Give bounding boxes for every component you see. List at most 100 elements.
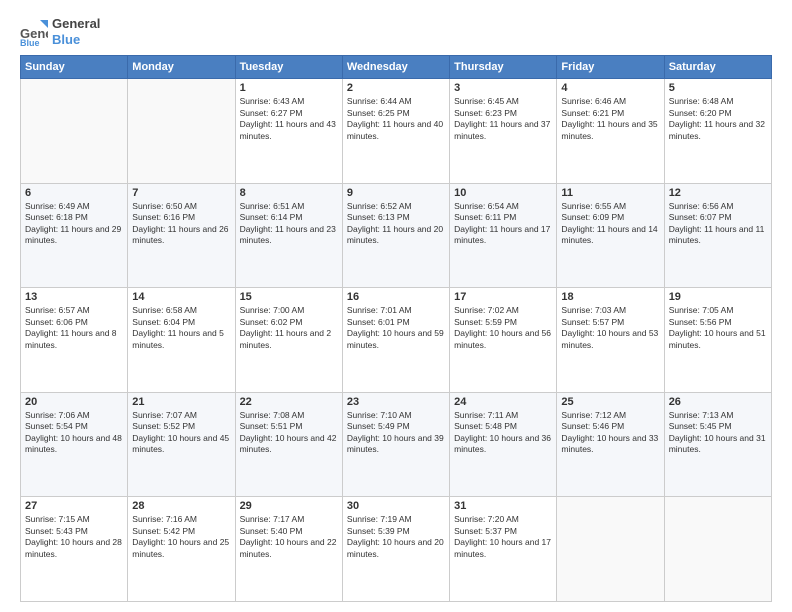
day-info: Sunrise: 7:02 AM Sunset: 5:59 PM Dayligh… xyxy=(454,305,552,351)
calendar-table: SundayMondayTuesdayWednesdayThursdayFrid… xyxy=(20,55,772,602)
weekday-header-wednesday: Wednesday xyxy=(342,56,449,79)
calendar-cell: 7 Sunrise: 6:50 AM Sunset: 6:16 PM Daylig… xyxy=(128,183,235,288)
weekday-header-sunday: Sunday xyxy=(21,56,128,79)
calendar-cell: 19Sunrise: 7:05 AM Sunset: 5:56 PM Dayli… xyxy=(664,288,771,393)
page: General Blue General Blue SundayMondayTu… xyxy=(0,0,792,612)
day-info: Sunrise: 6:51 AM Sunset: 6:14 PM Dayligh… xyxy=(240,201,338,247)
calendar-cell: 12 Sunrise: 6:56 AM Sunset: 6:07 PM Dayli… xyxy=(664,183,771,288)
day-info: Sunrise: 7:16 AM Sunset: 5:42 PM Dayligh… xyxy=(132,514,230,560)
calendar-cell: 29 Sunrise: 7:17 AM Sunset: 5:40 PM Dayli… xyxy=(235,497,342,602)
calendar-cell: 5 Sunrise: 6:48 AM Sunset: 6:20 PM Daylig… xyxy=(664,79,771,184)
calendar-cell: 31 Sunrise: 7:20 AM Sunset: 5:37 PM Dayli… xyxy=(450,497,557,602)
day-info: Sunrise: 7:17 AM Sunset: 5:40 PM Dayligh… xyxy=(240,514,338,560)
calendar-week-4: 20 Sunrise: 7:06 AM Sunset: 5:54 PM Dayli… xyxy=(21,392,772,497)
day-number: 29 xyxy=(240,500,338,512)
day-info: Sunrise: 6:57 AM Sunset: 6:06 PM Dayligh… xyxy=(25,305,123,351)
day-number: 21 xyxy=(132,396,230,408)
day-number: 17 xyxy=(454,291,552,303)
day-number: 2 xyxy=(347,82,445,94)
day-info: Sunrise: 6:58 AM Sunset: 6:04 PM Dayligh… xyxy=(132,305,230,351)
weekday-header-friday: Friday xyxy=(557,56,664,79)
calendar-cell: 15Sunrise: 7:00 AM Sunset: 6:02 PM Dayli… xyxy=(235,288,342,393)
day-info: Sunrise: 6:52 AM Sunset: 6:13 PM Dayligh… xyxy=(347,201,445,247)
day-number: 6 xyxy=(25,187,123,199)
day-number: 18 xyxy=(561,291,659,303)
day-info: Sunrise: 6:45 AM Sunset: 6:23 PM Dayligh… xyxy=(454,96,552,142)
calendar-cell xyxy=(128,79,235,184)
day-info: Sunrise: 6:50 AM Sunset: 6:16 PM Dayligh… xyxy=(132,201,230,247)
calendar-cell: 22 Sunrise: 7:08 AM Sunset: 5:51 PM Dayli… xyxy=(235,392,342,497)
day-info: Sunrise: 6:55 AM Sunset: 6:09 PM Dayligh… xyxy=(561,201,659,247)
calendar-cell: 27 Sunrise: 7:15 AM Sunset: 5:43 PM Dayli… xyxy=(21,497,128,602)
day-number: 24 xyxy=(454,396,552,408)
day-number: 25 xyxy=(561,396,659,408)
day-number: 5 xyxy=(669,82,767,94)
calendar-cell: 6 Sunrise: 6:49 AM Sunset: 6:18 PM Daylig… xyxy=(21,183,128,288)
day-number: 28 xyxy=(132,500,230,512)
calendar-week-2: 6 Sunrise: 6:49 AM Sunset: 6:18 PM Daylig… xyxy=(21,183,772,288)
day-number: 31 xyxy=(454,500,552,512)
day-number: 23 xyxy=(347,396,445,408)
day-info: Sunrise: 7:20 AM Sunset: 5:37 PM Dayligh… xyxy=(454,514,552,560)
calendar-cell: 9 Sunrise: 6:52 AM Sunset: 6:13 PM Daylig… xyxy=(342,183,449,288)
calendar-header-row: SundayMondayTuesdayWednesdayThursdayFrid… xyxy=(21,56,772,79)
calendar-cell: 24 Sunrise: 7:11 AM Sunset: 5:48 PM Dayli… xyxy=(450,392,557,497)
calendar-cell: 1Sunrise: 6:43 AM Sunset: 6:27 PM Daylig… xyxy=(235,79,342,184)
day-number: 11 xyxy=(561,187,659,199)
day-number: 1 xyxy=(240,82,338,94)
calendar-cell: 25 Sunrise: 7:12 AM Sunset: 5:46 PM Dayli… xyxy=(557,392,664,497)
day-info: Sunrise: 6:49 AM Sunset: 6:18 PM Dayligh… xyxy=(25,201,123,247)
day-number: 30 xyxy=(347,500,445,512)
day-info: Sunrise: 7:19 AM Sunset: 5:39 PM Dayligh… xyxy=(347,514,445,560)
calendar-cell xyxy=(664,497,771,602)
calendar-cell: 11 Sunrise: 6:55 AM Sunset: 6:09 PM Dayli… xyxy=(557,183,664,288)
calendar-cell: 8 Sunrise: 6:51 AM Sunset: 6:14 PM Daylig… xyxy=(235,183,342,288)
calendar-cell: 30 Sunrise: 7:19 AM Sunset: 5:39 PM Dayli… xyxy=(342,497,449,602)
day-info: Sunrise: 6:46 AM Sunset: 6:21 PM Dayligh… xyxy=(561,96,659,142)
day-number: 4 xyxy=(561,82,659,94)
calendar-week-3: 13 Sunrise: 6:57 AM Sunset: 6:06 PM Dayli… xyxy=(21,288,772,393)
calendar-cell: 10Sunrise: 6:54 AM Sunset: 6:11 PM Dayli… xyxy=(450,183,557,288)
logo-general: General xyxy=(52,16,100,32)
day-number: 10 xyxy=(454,187,552,199)
calendar-cell: 14Sunrise: 6:58 AM Sunset: 6:04 PM Dayli… xyxy=(128,288,235,393)
day-number: 7 xyxy=(132,187,230,199)
day-number: 22 xyxy=(240,396,338,408)
weekday-header-monday: Monday xyxy=(128,56,235,79)
day-info: Sunrise: 7:05 AM Sunset: 5:56 PM Dayligh… xyxy=(669,305,767,351)
day-info: Sunrise: 7:12 AM Sunset: 5:46 PM Dayligh… xyxy=(561,410,659,456)
day-number: 8 xyxy=(240,187,338,199)
calendar-week-5: 27 Sunrise: 7:15 AM Sunset: 5:43 PM Dayli… xyxy=(21,497,772,602)
day-number: 13 xyxy=(25,291,123,303)
day-number: 16 xyxy=(347,291,445,303)
calendar-cell: 18 Sunrise: 7:03 AM Sunset: 5:57 PM Dayli… xyxy=(557,288,664,393)
day-info: Sunrise: 7:10 AM Sunset: 5:49 PM Dayligh… xyxy=(347,410,445,456)
day-number: 9 xyxy=(347,187,445,199)
day-number: 20 xyxy=(25,396,123,408)
day-info: Sunrise: 7:15 AM Sunset: 5:43 PM Dayligh… xyxy=(25,514,123,560)
day-number: 12 xyxy=(669,187,767,199)
calendar-cell xyxy=(21,79,128,184)
day-info: Sunrise: 7:08 AM Sunset: 5:51 PM Dayligh… xyxy=(240,410,338,456)
calendar-cell: 21 Sunrise: 7:07 AM Sunset: 5:52 PM Dayli… xyxy=(128,392,235,497)
calendar-cell: 2 Sunrise: 6:44 AM Sunset: 6:25 PM Daylig… xyxy=(342,79,449,184)
calendar-cell: 20 Sunrise: 7:06 AM Sunset: 5:54 PM Dayli… xyxy=(21,392,128,497)
calendar-cell xyxy=(557,497,664,602)
day-info: Sunrise: 7:03 AM Sunset: 5:57 PM Dayligh… xyxy=(561,305,659,351)
day-info: Sunrise: 6:48 AM Sunset: 6:20 PM Dayligh… xyxy=(669,96,767,142)
weekday-header-thursday: Thursday xyxy=(450,56,557,79)
day-info: Sunrise: 6:56 AM Sunset: 6:07 PM Dayligh… xyxy=(669,201,767,247)
logo: General Blue General Blue xyxy=(20,16,100,47)
day-number: 3 xyxy=(454,82,552,94)
day-info: Sunrise: 7:07 AM Sunset: 5:52 PM Dayligh… xyxy=(132,410,230,456)
calendar-cell: 13 Sunrise: 6:57 AM Sunset: 6:06 PM Dayli… xyxy=(21,288,128,393)
calendar-cell: 3 Sunrise: 6:45 AM Sunset: 6:23 PM Daylig… xyxy=(450,79,557,184)
day-info: Sunrise: 7:06 AM Sunset: 5:54 PM Dayligh… xyxy=(25,410,123,456)
day-info: Sunrise: 6:44 AM Sunset: 6:25 PM Dayligh… xyxy=(347,96,445,142)
day-info: Sunrise: 7:11 AM Sunset: 5:48 PM Dayligh… xyxy=(454,410,552,456)
calendar-cell: 23 Sunrise: 7:10 AM Sunset: 5:49 PM Dayli… xyxy=(342,392,449,497)
calendar-cell: 17 Sunrise: 7:02 AM Sunset: 5:59 PM Dayli… xyxy=(450,288,557,393)
day-number: 27 xyxy=(25,500,123,512)
calendar-cell: 16Sunrise: 7:01 AM Sunset: 6:01 PM Dayli… xyxy=(342,288,449,393)
day-number: 26 xyxy=(669,396,767,408)
